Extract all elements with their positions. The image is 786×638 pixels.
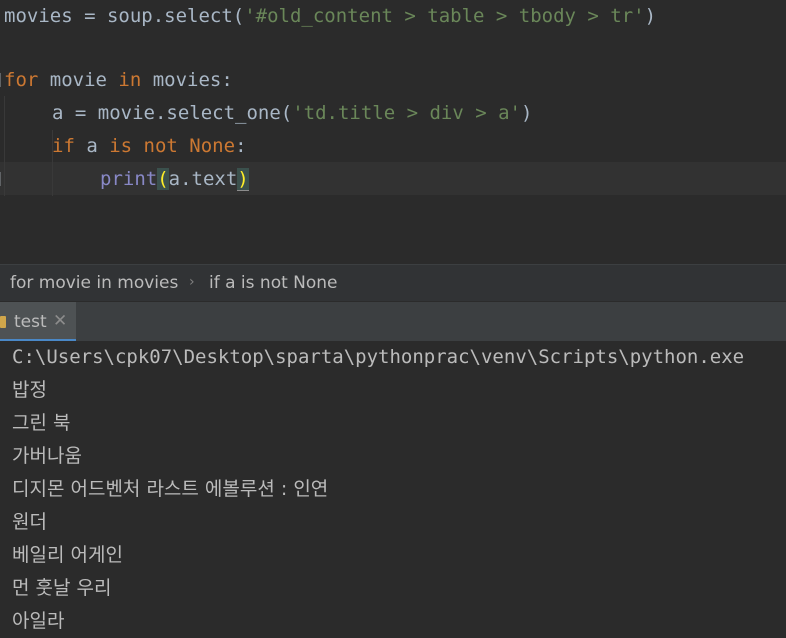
run-tab-label: test bbox=[14, 312, 47, 332]
code-token: : bbox=[235, 135, 247, 157]
console-line: 디지몬 어드벤처 라스트 에볼루션 : 인연 bbox=[12, 478, 329, 500]
run-tool-window-tabs: test ✕ bbox=[0, 301, 786, 342]
code-token: a = movie.select_one( bbox=[52, 102, 293, 124]
breadcrumb-separator-icon: › bbox=[189, 274, 195, 290]
breadcrumb-item[interactable]: if a is not None bbox=[209, 265, 338, 301]
code-keyword: if bbox=[52, 135, 75, 157]
console-line: 베일리 어게인 bbox=[12, 544, 123, 566]
code-line-5[interactable]: if a is not None: bbox=[52, 130, 247, 163]
code-token: a.text bbox=[168, 168, 238, 190]
code-line-4[interactable]: a = movie.select_one('td.title > div > a… bbox=[52, 97, 532, 130]
code-keyword: in bbox=[118, 69, 142, 91]
code-builtin: print bbox=[100, 168, 158, 190]
python-run-icon bbox=[0, 316, 6, 328]
code-line-6[interactable]: print(a.text) bbox=[100, 163, 249, 196]
code-line-3[interactable]: for movie in movies: bbox=[4, 64, 233, 97]
indent-guide bbox=[4, 96, 5, 196]
console-line: 가버나움 bbox=[12, 445, 82, 467]
matched-brace: ( bbox=[157, 168, 169, 190]
code-line-1[interactable]: movies = soup.select('#old_content > tab… bbox=[4, 0, 656, 33]
console-line: 원더 bbox=[12, 511, 47, 533]
code-keyword: is not None bbox=[109, 135, 236, 157]
code-token: movie bbox=[38, 69, 119, 91]
console-line: 그린 북 bbox=[12, 412, 71, 434]
run-console[interactable]: C:\Users\cpk07\Desktop\sparta\pythonprac… bbox=[0, 341, 786, 632]
code-string: '#old_content > table > tbody > tr' bbox=[244, 5, 645, 27]
code-token: movies: bbox=[141, 69, 233, 91]
run-tab-test[interactable]: test ✕ bbox=[0, 302, 76, 342]
code-token: a bbox=[74, 135, 110, 157]
breadcrumb-item[interactable]: for movie in movies bbox=[10, 265, 178, 301]
matched-brace: ) bbox=[237, 168, 249, 191]
console-line: 밥정 bbox=[12, 379, 47, 401]
console-line: 먼 훗날 우리 bbox=[12, 577, 112, 599]
code-string: 'td.title > div > a' bbox=[292, 102, 521, 124]
code-token: ) bbox=[521, 102, 533, 124]
code-editor[interactable]: movies = soup.select('#old_content > tab… bbox=[0, 0, 786, 262]
code-token: = soup.select( bbox=[72, 5, 245, 27]
code-token: ) bbox=[644, 5, 657, 27]
code-keyword: for bbox=[4, 69, 39, 91]
console-line: C:\Users\cpk07\Desktop\sparta\pythonprac… bbox=[12, 346, 745, 368]
fold-marker-icon[interactable] bbox=[0, 172, 4, 186]
breadcrumb: for movie in movies › if a is not None bbox=[0, 264, 786, 301]
code-token: movies bbox=[4, 5, 73, 27]
close-icon[interactable]: ✕ bbox=[53, 302, 67, 340]
console-line: 아일라 bbox=[12, 610, 65, 632]
